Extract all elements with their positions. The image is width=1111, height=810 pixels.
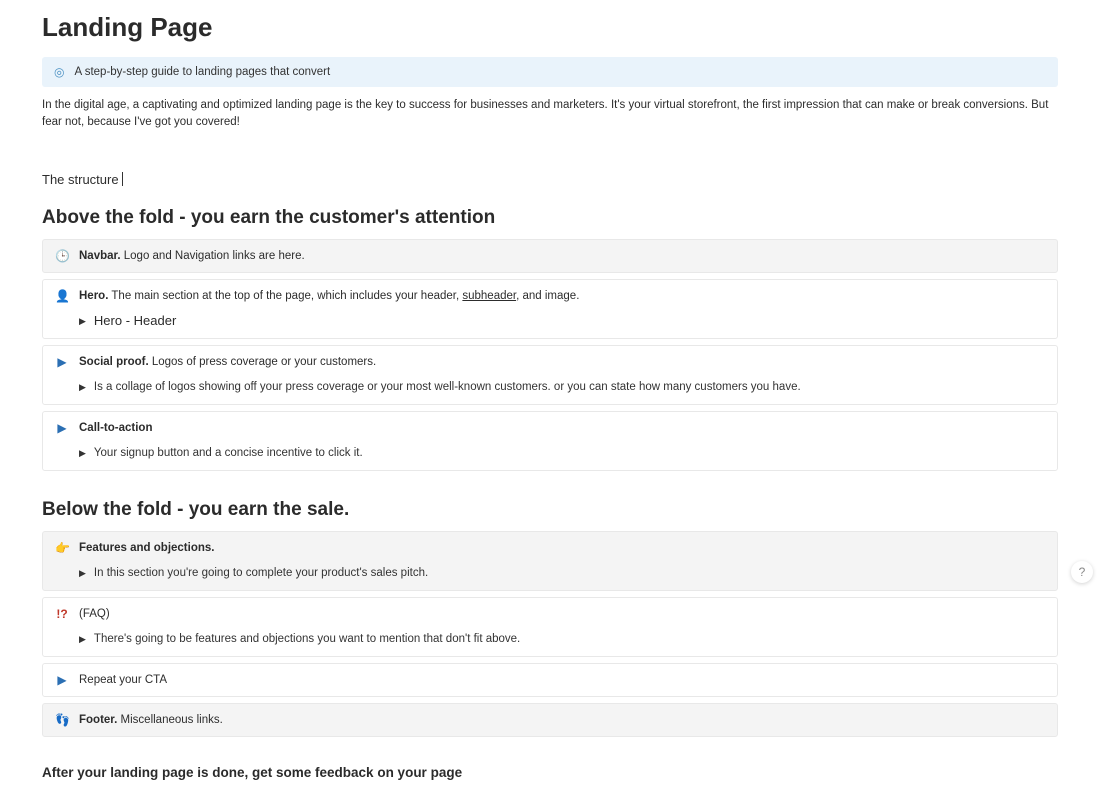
- page-title: Landing Page: [42, 12, 1058, 43]
- block-text: Footer. Miscellaneous links.: [79, 712, 1045, 728]
- clock-icon: 🕒: [55, 248, 69, 264]
- triangle-icon: ▶: [79, 564, 86, 582]
- pointer-icon: 👉: [55, 540, 69, 556]
- toggle-row[interactable]: ▶ Your signup button and a concise incen…: [79, 444, 1045, 462]
- above-fold-heading: Above the fold - you earn the customer's…: [42, 207, 1058, 229]
- feedback-heading: After your landing page is done, get som…: [42, 765, 1058, 780]
- block-text: (FAQ): [79, 606, 1045, 622]
- block-text: Features and objections.: [79, 540, 1045, 556]
- block-text: Navbar. Logo and Navigation links are he…: [79, 248, 1045, 264]
- above-fold-group: 🕒 Navbar. Logo and Navigation links are …: [42, 239, 1058, 471]
- block-footer[interactable]: 👣 Footer. Miscellaneous links.: [42, 703, 1058, 737]
- block-text: Call-to-action: [79, 420, 1045, 436]
- document-page: Landing Page ◎ A step-by-step guide to l…: [0, 0, 1100, 810]
- triangle-icon: ▶: [79, 630, 86, 648]
- structure-heading[interactable]: The structure: [42, 172, 1058, 187]
- toggle-row[interactable]: ▶ Hero - Header: [79, 312, 1045, 330]
- triangle-icon: ▶: [79, 312, 86, 330]
- footprints-icon: 👣: [55, 712, 69, 728]
- help-button[interactable]: ?: [1071, 561, 1093, 583]
- block-text: Social proof. Logos of press coverage or…: [79, 354, 1045, 370]
- target-icon: ◎: [54, 65, 64, 79]
- summary-callout: ◎ A step-by-step guide to landing pages …: [42, 57, 1058, 87]
- toggle-row[interactable]: ▶ There's going to be features and objec…: [79, 630, 1045, 648]
- play-icon: ▶: [55, 420, 69, 436]
- callout-text: A step-by-step guide to landing pages th…: [74, 66, 330, 78]
- triangle-icon: ▶: [79, 444, 86, 462]
- intro-paragraph: In the digital age, a captivating and op…: [42, 97, 1058, 132]
- play-icon: ▶: [55, 354, 69, 370]
- block-features[interactable]: 👉 Features and objections. ▶ In this sec…: [42, 531, 1058, 591]
- block-cta[interactable]: ▶ Call-to-action ▶ Your signup button an…: [42, 411, 1058, 471]
- block-social-proof[interactable]: ▶ Social proof. Logos of press coverage …: [42, 345, 1058, 405]
- play-icon: ▶: [55, 672, 69, 688]
- subheader-link[interactable]: subheader: [462, 290, 516, 302]
- block-navbar[interactable]: 🕒 Navbar. Logo and Navigation links are …: [42, 239, 1058, 273]
- toggle-row[interactable]: ▶ In this section you're going to comple…: [79, 564, 1045, 582]
- block-text: Repeat your CTA: [79, 672, 1045, 688]
- block-hero[interactable]: 👤 Hero. The main section at the top of t…: [42, 279, 1058, 339]
- triangle-icon: ▶: [79, 378, 86, 396]
- block-text: Hero. The main section at the top of the…: [79, 288, 1045, 304]
- person-icon: 👤: [55, 288, 69, 304]
- below-fold-group: 👉 Features and objections. ▶ In this sec…: [42, 531, 1058, 737]
- toggle-row[interactable]: ▶ Is a collage of logos showing off your…: [79, 378, 1045, 396]
- block-repeat-cta[interactable]: ▶ Repeat your CTA: [42, 663, 1058, 697]
- block-faq[interactable]: !? (FAQ) ▶ There's going to be features …: [42, 597, 1058, 657]
- text-cursor: [122, 172, 123, 186]
- faq-icon: !?: [55, 606, 69, 622]
- below-fold-heading: Below the fold - you earn the sale.: [42, 499, 1058, 521]
